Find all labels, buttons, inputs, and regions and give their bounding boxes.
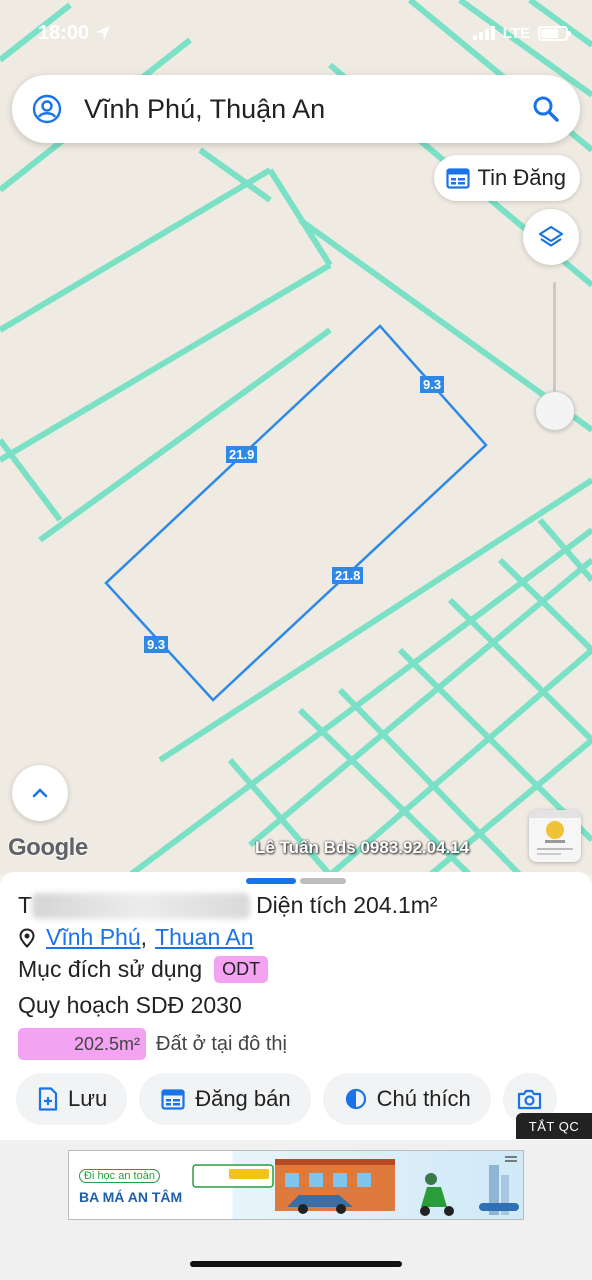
location-pin-icon [19,927,35,948]
search-bar[interactable]: Vĩnh Phú, Thuận An [12,75,580,143]
area-label: Diện tích 204.1m² [256,892,438,918]
save-button[interactable]: Lưu [16,1073,128,1125]
listing-button-label: Tin Đăng [477,165,566,190]
close-ad-button[interactable]: TẮT QC [516,1113,592,1139]
parcel-title-row: T Diện tích 204.1m² [18,892,438,919]
search-icon[interactable] [532,95,560,123]
save-button-label: Lưu [68,1086,108,1111]
legend-button-label: Chú thích [376,1086,471,1111]
ad-area: Đi học an toàn BA MÁ AN TÂM [0,1140,592,1280]
ward-link[interactable]: Vĩnh Phú [46,924,141,951]
location-arrow-icon [96,26,111,40]
plan-label: Quy hoạch SDĐ 2030 [18,992,242,1018]
ad-banner[interactable]: Đi học an toàn BA MÁ AN TÂM [68,1150,524,1220]
dimension-label-bottom-left: 9.3 [144,636,169,653]
location-separator: , [140,924,148,950]
chevron-up-icon [32,788,48,798]
plan-area-description: Đất ở tại đô thị [156,1032,287,1055]
sheet-page-indicator [300,878,346,884]
usage-code-badge: ODT [214,956,269,983]
add-file-icon [38,1087,58,1111]
listing-button[interactable]: Tin Đăng [433,155,580,201]
ad-headline-bottom: BA MÁ AN TÂM [79,1189,183,1205]
profile-image [529,810,581,862]
status-bar: 18:00 LTE [38,18,571,48]
ad-illustration [192,1156,519,1216]
dimension-label-bottom-right: 21.8 [332,567,364,584]
battery-icon [538,25,571,41]
profile-thumbnail[interactable] [529,810,581,862]
calendar-list-icon [445,168,470,189]
signal-icon [472,26,495,40]
layers-button[interactable] [523,209,579,265]
contrast-icon [345,1088,366,1110]
watermark-text: Lê Tuấn Bds 0983.92.04.14 [255,838,470,857]
ad-headline-top: Đi học an toàn [79,1169,160,1183]
calendar-list-icon [161,1089,185,1110]
dimension-label-top-right: 9.3 [420,376,445,393]
post-sale-button-label: Đăng bán [195,1086,291,1111]
legend-button[interactable]: Chú thích [322,1073,491,1125]
parcel-title-prefix: T [18,892,33,918]
location-row: Vĩnh Phú , Thuan An [18,924,254,951]
google-attribution: Google [8,834,88,861]
layers-icon [538,225,564,247]
action-buttons: Lưu Đăng bán Chú thích [16,1073,592,1125]
usage-label: Mục đích sử dụng [18,956,203,982]
dimension-label-top-left: 21.9 [226,446,258,463]
expand-up-button[interactable] [12,765,68,821]
add-camera-icon [517,1089,541,1110]
status-time: 18:00 [38,21,90,44]
map-view[interactable]: 9.3 21.9 21.8 9.3 18:00 LTE Vĩnh Phú, Th… [0,0,592,875]
network-label: LTE [502,24,530,42]
blurred-parcel-id [32,892,251,919]
search-input[interactable]: Vĩnh Phú, Thuận An [62,94,532,125]
plan-area-row: 202.5m² Đất ở tại đô thị [18,1028,287,1060]
post-sale-button[interactable]: Đăng bán [139,1073,311,1125]
account-icon[interactable] [32,94,62,124]
usage-row: Mục đích sử dụng ODT [18,956,269,983]
home-indicator[interactable] [190,1261,402,1267]
plan-area-badge: 202.5m² [18,1028,146,1060]
sheet-page-indicator-active [246,878,296,884]
district-link[interactable]: Thuan An [155,924,253,951]
zoom-slider-knob[interactable] [535,391,575,431]
